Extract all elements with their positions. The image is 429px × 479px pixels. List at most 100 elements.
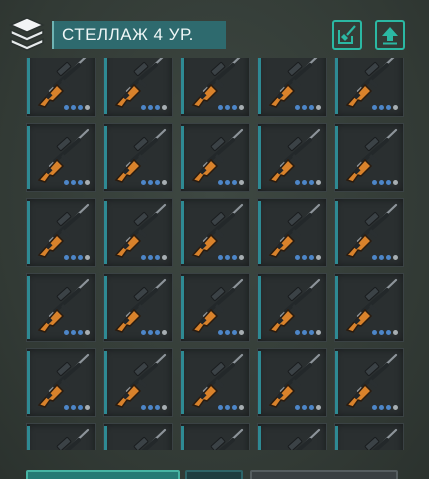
inventory-slot[interactable] [103,123,173,192]
inventory-slot[interactable] [180,273,250,342]
inventory-slot[interactable] [103,198,173,267]
quality-dot-filled [232,330,237,335]
inventory-slot[interactable] [334,273,404,342]
storage-title: СТЕЛЛАЖ 4 УР. [52,21,226,49]
quality-dots [295,105,321,110]
quality-dots [295,405,321,410]
inventory-slot[interactable] [26,423,96,450]
inventory-slot[interactable] [334,348,404,417]
quality-dots [372,330,398,335]
quality-dot-empty [162,330,167,335]
quality-dot-empty [316,180,321,185]
quality-dot-filled [379,255,384,260]
quality-dot-filled [155,180,160,185]
quality-dots [372,255,398,260]
quality-dots [218,105,244,110]
quality-dot-filled [372,105,377,110]
quality-dot-empty [162,180,167,185]
slot-edge-marker [27,351,30,414]
quality-dot-empty [239,255,244,260]
inventory-slot[interactable] [180,58,250,117]
quality-dots [64,180,90,185]
dark-teal-button[interactable] [185,470,243,479]
sort-button[interactable] [332,20,362,50]
teal-action-button[interactable] [26,470,180,479]
inventory-slot[interactable] [257,58,327,117]
quality-dot-empty [162,405,167,410]
inventory-slot[interactable] [103,348,173,417]
slot-edge-marker [27,276,30,339]
footer-bar [0,462,429,479]
inventory-slot[interactable] [334,423,404,450]
inventory-slot[interactable] [257,348,327,417]
quality-dot-filled [218,105,223,110]
quality-dots [218,405,244,410]
quality-dot-filled [372,405,377,410]
slot-edge-marker [181,126,184,189]
inventory-slot[interactable] [180,123,250,192]
upload-button[interactable] [375,20,405,50]
inventory-slot[interactable] [180,423,250,450]
quality-dot-filled [379,180,384,185]
quality-dot-filled [379,330,384,335]
quality-dots [64,255,90,260]
quality-dot-filled [218,255,223,260]
inventory-slot[interactable] [257,423,327,450]
inventory-slot[interactable] [103,273,173,342]
quality-dot-filled [232,405,237,410]
quality-dot-empty [393,180,398,185]
quality-dot-filled [64,330,69,335]
inventory-slot[interactable] [26,123,96,192]
quality-dot-filled [155,330,160,335]
quality-dot-filled [64,105,69,110]
inventory-slot[interactable] [334,58,404,117]
quality-dot-filled [141,255,146,260]
rifle-icon [33,428,91,450]
quality-dot-empty [162,105,167,110]
quality-dot-filled [225,405,230,410]
slot-edge-marker [258,201,261,264]
inventory-slot[interactable] [257,198,327,267]
inventory-slot[interactable] [334,198,404,267]
inventory-slot[interactable] [26,273,96,342]
quality-dot-filled [309,330,314,335]
inventory-slot[interactable] [180,348,250,417]
quality-dot-filled [64,255,69,260]
slot-edge-marker [335,58,338,114]
quality-dot-filled [386,405,391,410]
inventory-slot[interactable] [334,123,404,192]
quality-dot-filled [225,330,230,335]
inventory-slot[interactable] [257,273,327,342]
inventory-slot[interactable] [103,58,173,117]
slot-edge-marker [27,58,30,114]
quality-dot-filled [309,255,314,260]
inventory-grid [26,58,404,450]
quality-dot-filled [372,255,377,260]
inventory-slot[interactable] [26,58,96,117]
quality-dot-filled [379,405,384,410]
quality-dot-filled [372,180,377,185]
quality-dot-filled [64,180,69,185]
quality-dots [218,255,244,260]
quality-dot-filled [78,405,83,410]
quality-dots [372,405,398,410]
quality-dot-filled [309,180,314,185]
quality-dot-filled [218,330,223,335]
quality-dot-filled [302,255,307,260]
quality-dot-filled [386,105,391,110]
inventory-slot[interactable] [26,198,96,267]
quality-dots [141,105,167,110]
quality-dot-filled [78,180,83,185]
grey-button[interactable] [250,470,398,479]
quality-dots [141,180,167,185]
slot-edge-marker [181,58,184,114]
quality-dot-empty [393,105,398,110]
inventory-slot[interactable] [180,198,250,267]
quality-dots [64,405,90,410]
inventory-slot[interactable] [26,348,96,417]
slot-edge-marker [258,126,261,189]
inventory-slot[interactable] [103,423,173,450]
quality-dot-empty [316,255,321,260]
slot-edge-marker [181,276,184,339]
inventory-slot[interactable] [257,123,327,192]
